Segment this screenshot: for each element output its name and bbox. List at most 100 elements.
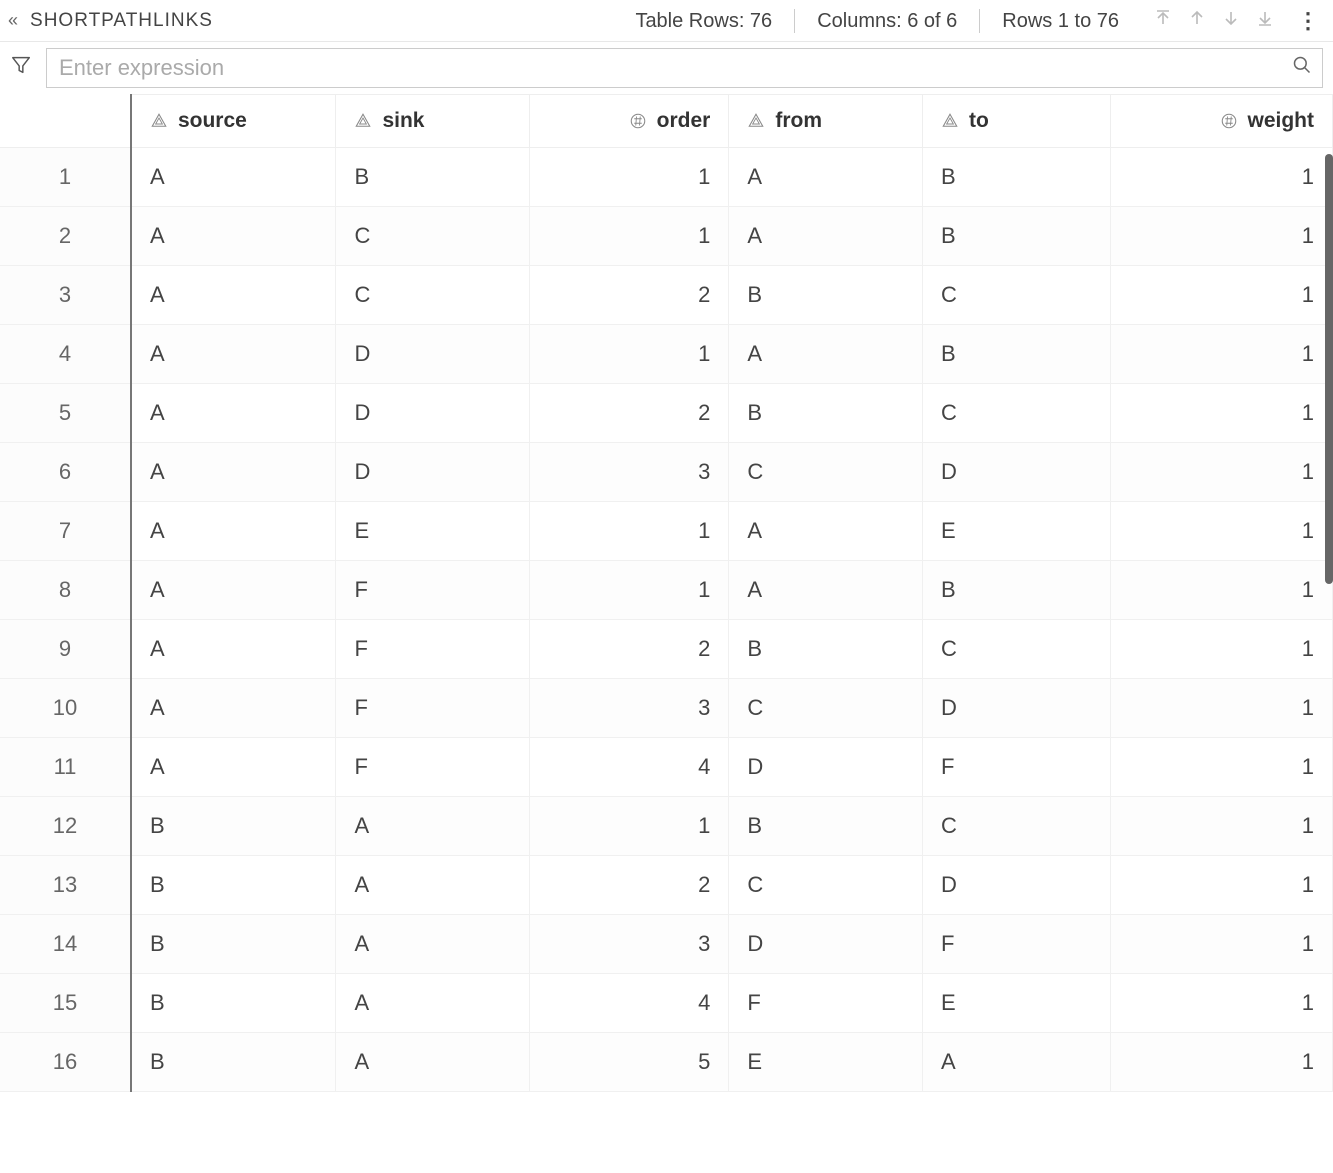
table-row[interactable]: 11AF4DF1 (0, 738, 1333, 797)
table-row[interactable]: 13BA2CD1 (0, 856, 1333, 915)
cell-sink: B (336, 148, 530, 207)
vertical-scrollbar[interactable] (1325, 154, 1333, 584)
cell-weight: 1 (1110, 384, 1332, 443)
cell-source: B (131, 915, 336, 974)
row-number: 14 (0, 915, 131, 974)
cell-source: A (131, 502, 336, 561)
cell-to: E (922, 974, 1110, 1033)
cell-order: 1 (530, 325, 729, 384)
cell-from: A (729, 207, 923, 266)
cell-sink: E (336, 502, 530, 561)
cell-weight: 1 (1110, 679, 1332, 738)
cell-order: 3 (530, 443, 729, 502)
cell-from: B (729, 620, 923, 679)
go-next-icon[interactable] (1223, 9, 1239, 32)
row-number: 3 (0, 266, 131, 325)
cell-sink: A (336, 915, 530, 974)
table-row[interactable]: 6AD3CD1 (0, 443, 1333, 502)
go-prev-icon[interactable] (1189, 9, 1205, 32)
cell-to: B (922, 148, 1110, 207)
text-type-icon (354, 112, 372, 130)
cell-order: 1 (530, 148, 729, 207)
cell-source: B (131, 797, 336, 856)
cell-sink: F (336, 738, 530, 797)
column-header-weight[interactable]: weight (1110, 95, 1332, 148)
row-number: 15 (0, 974, 131, 1033)
table-row[interactable]: 7AE1AE1 (0, 502, 1333, 561)
column-label: sink (382, 109, 424, 133)
cell-weight: 1 (1110, 620, 1332, 679)
search-icon[interactable] (1282, 55, 1322, 81)
table-row[interactable]: 8AF1AB1 (0, 561, 1333, 620)
filter-row (0, 42, 1333, 94)
row-number: 4 (0, 325, 131, 384)
column-header-to[interactable]: to (922, 95, 1110, 148)
cell-from: A (729, 502, 923, 561)
cell-source: A (131, 325, 336, 384)
cell-to: C (922, 797, 1110, 856)
table-row[interactable]: 12BA1BC1 (0, 797, 1333, 856)
cell-to: D (922, 679, 1110, 738)
table-row[interactable]: 15BA4FE1 (0, 974, 1333, 1033)
numeric-type-icon (629, 112, 647, 130)
cell-to: E (922, 502, 1110, 561)
cell-weight: 1 (1110, 502, 1332, 561)
cell-order: 5 (530, 1033, 729, 1092)
column-label: to (969, 109, 989, 133)
cell-from: C (729, 856, 923, 915)
toolbar: « SHORTPATHLINKS Table Rows: 76 Columns:… (0, 0, 1333, 42)
table-row[interactable]: 9AF2BC1 (0, 620, 1333, 679)
column-header-order[interactable]: order (530, 95, 729, 148)
rownum-header (0, 95, 131, 148)
data-table: sourcesinkorderfromtoweight 1AB1AB12AC1A… (0, 94, 1333, 1092)
cell-weight: 1 (1110, 325, 1332, 384)
table-row[interactable]: 4AD1AB1 (0, 325, 1333, 384)
cell-weight: 1 (1110, 1033, 1332, 1092)
cell-order: 2 (530, 620, 729, 679)
cell-source: A (131, 207, 336, 266)
cell-sink: D (336, 443, 530, 502)
go-last-icon[interactable] (1257, 9, 1273, 32)
table-row[interactable]: 1AB1AB1 (0, 148, 1333, 207)
cell-order: 2 (530, 266, 729, 325)
cell-to: D (922, 443, 1110, 502)
cell-source: A (131, 443, 336, 502)
table-row[interactable]: 10AF3CD1 (0, 679, 1333, 738)
row-number: 8 (0, 561, 131, 620)
table-row[interactable]: 2AC1AB1 (0, 207, 1333, 266)
row-number: 6 (0, 443, 131, 502)
cell-sink: F (336, 620, 530, 679)
table-row[interactable]: 5AD2BC1 (0, 384, 1333, 443)
row-number: 2 (0, 207, 131, 266)
cell-from: B (729, 384, 923, 443)
table-row[interactable]: 3AC2BC1 (0, 266, 1333, 325)
row-number: 16 (0, 1033, 131, 1092)
cell-order: 4 (530, 738, 729, 797)
row-number: 5 (0, 384, 131, 443)
more-icon[interactable]: ⋮ (1291, 8, 1325, 34)
cell-source: A (131, 620, 336, 679)
column-label: weight (1248, 109, 1315, 133)
cell-from: B (729, 797, 923, 856)
filter-icon[interactable] (10, 54, 32, 82)
cell-from: B (729, 266, 923, 325)
cell-to: C (922, 620, 1110, 679)
column-header-from[interactable]: from (729, 95, 923, 148)
cell-from: F (729, 974, 923, 1033)
cell-sink: A (336, 1033, 530, 1092)
table-row[interactable]: 16BA5EA1 (0, 1033, 1333, 1092)
column-header-sink[interactable]: sink (336, 95, 530, 148)
table-row[interactable]: 14BA3DF1 (0, 915, 1333, 974)
cell-sink: D (336, 384, 530, 443)
cell-source: B (131, 1033, 336, 1092)
cell-sink: A (336, 856, 530, 915)
column-header-source[interactable]: source (131, 95, 336, 148)
go-first-icon[interactable] (1155, 9, 1171, 32)
column-label: from (775, 109, 822, 133)
row-number: 13 (0, 856, 131, 915)
cell-to: B (922, 561, 1110, 620)
collapse-icon[interactable]: « (8, 10, 20, 31)
cell-weight: 1 (1110, 443, 1332, 502)
table-name: SHORTPATHLINKS (30, 10, 213, 32)
filter-input[interactable] (47, 51, 1282, 85)
